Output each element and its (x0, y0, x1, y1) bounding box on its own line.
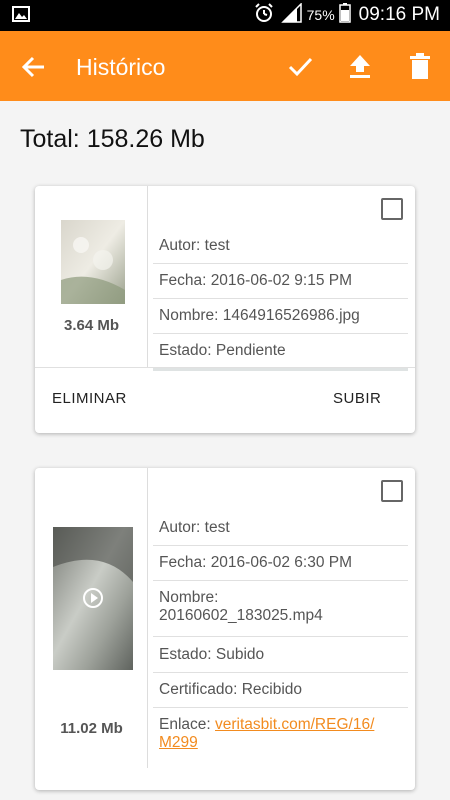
video-thumbnail[interactable] (53, 527, 133, 670)
check-icon[interactable] (286, 52, 314, 80)
signal-icon (280, 1, 303, 28)
status-bar: 75% 09:16 PM (0, 0, 450, 31)
date-field: Fecha: 2016-06-02 9:15 PM (153, 263, 408, 299)
delete-button[interactable]: ELIMINAR (52, 390, 127, 407)
filename-field: Nombre: 20160602_183025.mp4 (153, 580, 408, 637)
clock: 09:16 PM (358, 4, 440, 25)
item-preview-column: 11.02 Mb (35, 468, 148, 768)
history-item-card: 3.64 Mb Autor: test Fecha: 2016-06-02 9:… (35, 186, 415, 433)
delete-icon[interactable] (406, 52, 434, 80)
date-field: Fecha: 2016-06-02 6:30 PM (153, 545, 408, 581)
total-size: Total: 158.26 Mb (20, 125, 205, 153)
play-icon (82, 587, 104, 609)
battery-percentage: 75% (306, 7, 335, 23)
certificate-field: Certificado: Recibido (153, 672, 408, 708)
item-preview-column: 3.64 Mb (35, 186, 148, 367)
arrow-back-icon[interactable] (20, 53, 48, 81)
battery-icon (338, 2, 351, 28)
card-actions: ELIMINAR SUBIR (35, 367, 415, 432)
select-checkbox[interactable] (381, 480, 403, 502)
history-item-card: 11.02 Mb Autor: test Fecha: 2016-06-02 6… (35, 468, 415, 790)
select-checkbox[interactable] (381, 198, 403, 220)
status-field: Estado: Pendiente (153, 333, 408, 371)
link-field: Enlace: veritasbit.com/REG/16/ M299 (153, 707, 408, 760)
page-title: Histórico (76, 54, 166, 80)
gallery-notification-icon (12, 6, 30, 27)
upload-icon[interactable] (346, 52, 374, 80)
app-bar: Histórico (0, 31, 450, 101)
filename-value: 20160602_183025.mp4 (159, 607, 323, 624)
author-field: Autor: test (153, 228, 408, 264)
author-field: Autor: test (153, 510, 408, 546)
image-thumbnail[interactable] (61, 220, 125, 304)
file-size: 11.02 Mb (60, 720, 123, 737)
link-label: Enlace: (159, 716, 211, 733)
certificate-link-continued[interactable]: M299 (159, 734, 198, 751)
filename-label: Nombre: (159, 589, 219, 606)
certificate-link[interactable]: veritasbit.com/REG/16/ (215, 716, 374, 733)
file-size: 3.64 Mb (63, 317, 120, 334)
upload-button[interactable]: SUBIR (333, 390, 381, 407)
alarm-icon (253, 2, 275, 29)
filename-field: Nombre: 1464916526986.jpg (153, 298, 408, 334)
status-field: Estado: Subido (153, 637, 408, 673)
